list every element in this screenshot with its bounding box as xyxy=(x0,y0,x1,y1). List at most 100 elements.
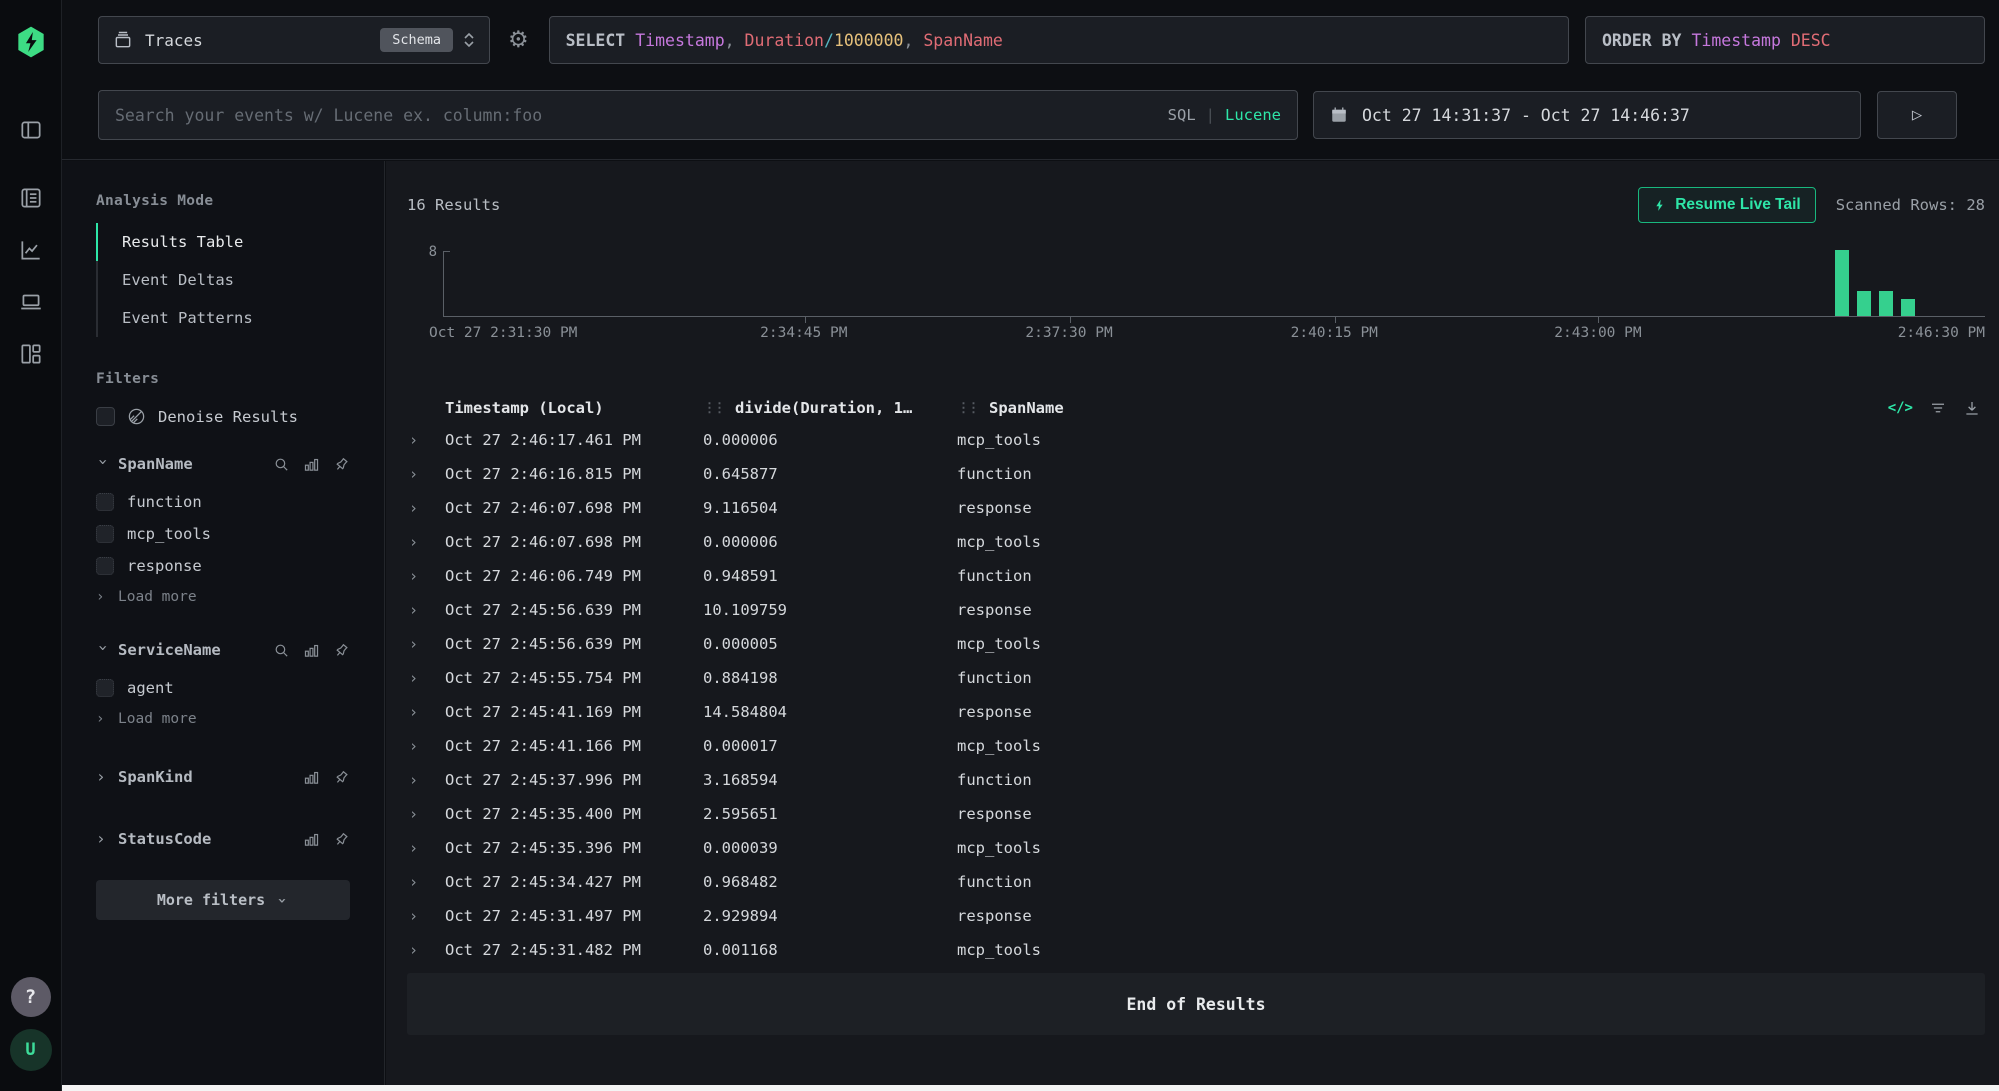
help-button[interactable]: ? xyxy=(11,977,51,1017)
time-range-picker[interactable]: Oct 27 14:31:37 - Oct 27 14:46:37 xyxy=(1313,91,1861,139)
histogram-bar[interactable] xyxy=(1857,291,1871,316)
toggle-sidebar-button[interactable] xyxy=(11,110,51,150)
more-filters-button[interactable]: More filters › xyxy=(96,880,350,920)
drag-handle-icon[interactable]: ⋮⋮ xyxy=(957,401,977,416)
drag-handle-icon[interactable]: ⋮⋮ xyxy=(703,401,723,416)
row-expand-icon[interactable]: › xyxy=(407,839,445,857)
cell-spanname: response xyxy=(957,907,1985,925)
group-chevron-icon[interactable]: › xyxy=(95,643,111,657)
run-query-button[interactable]: ▷ xyxy=(1877,91,1957,139)
table-row[interactable]: › Oct 27 2:46:06.749 PM 0.948591 functio… xyxy=(407,559,1985,593)
filter-option[interactable]: response xyxy=(96,550,350,582)
histogram-bar[interactable] xyxy=(1901,299,1915,316)
resume-live-tail-button[interactable]: Resume Live Tail xyxy=(1638,187,1815,223)
row-expand-icon[interactable]: › xyxy=(407,907,445,925)
histogram-bar[interactable] xyxy=(1835,250,1849,316)
bar-chart-icon[interactable] xyxy=(303,456,320,473)
column-settings-icon[interactable] xyxy=(1929,399,1947,417)
denoise-checkbox[interactable] xyxy=(96,407,115,426)
filter-option-checkbox[interactable] xyxy=(96,557,114,575)
load-more[interactable]: › Load more xyxy=(96,704,350,734)
histogram-bar[interactable] xyxy=(1879,291,1893,316)
user-avatar[interactable]: U xyxy=(10,1029,52,1071)
view-sql-icon[interactable]: </> xyxy=(1888,400,1913,416)
orderby-expression-input[interactable]: ORDER BY Timestamp DESC xyxy=(1585,16,1985,64)
nav-chart-explorer-button[interactable] xyxy=(11,230,51,270)
pin-icon[interactable] xyxy=(330,638,354,662)
table-row[interactable]: › Oct 27 2:45:31.497 PM 2.929894 respons… xyxy=(407,899,1985,933)
pin-icon[interactable] xyxy=(330,452,354,476)
row-expand-icon[interactable]: › xyxy=(407,431,445,449)
row-expand-icon[interactable]: › xyxy=(407,669,445,687)
table-row[interactable]: › Oct 27 2:45:55.754 PM 0.884198 functio… xyxy=(407,661,1985,695)
filter-option-checkbox[interactable] xyxy=(96,493,114,511)
filter-group-name[interactable]: ServiceName xyxy=(118,641,221,659)
table-row[interactable]: › Oct 27 2:45:41.169 PM 14.584804 respon… xyxy=(407,695,1985,729)
search-input[interactable] xyxy=(99,91,1297,139)
app-logo-icon[interactable] xyxy=(13,26,49,58)
filter-option[interactable]: mcp_tools xyxy=(96,518,350,550)
table-row[interactable]: › Oct 27 2:46:07.698 PM 0.000006 mcp_too… xyxy=(407,525,1985,559)
filter-option[interactable]: function xyxy=(96,486,350,518)
table-row[interactable]: › Oct 27 2:45:56.639 PM 0.000005 mcp_too… xyxy=(407,627,1985,661)
denoise-results-toggle[interactable]: Denoise Results xyxy=(96,407,350,426)
filter-group-name[interactable]: SpanName xyxy=(118,455,193,473)
analysis-mode-event-patterns[interactable]: Event Patterns xyxy=(96,299,350,337)
filter-option[interactable]: agent xyxy=(96,672,350,704)
nav-search-logs-button[interactable] xyxy=(11,178,51,218)
table-row[interactable]: › Oct 27 2:45:56.639 PM 10.109759 respon… xyxy=(407,593,1985,627)
bar-chart-icon[interactable] xyxy=(303,831,320,848)
row-expand-icon[interactable]: › xyxy=(407,703,445,721)
row-expand-icon[interactable]: › xyxy=(407,465,445,483)
row-expand-icon[interactable]: › xyxy=(407,771,445,789)
group-chevron-icon[interactable]: › xyxy=(96,831,110,847)
table-row[interactable]: › Oct 27 2:45:41.166 PM 0.000017 mcp_too… xyxy=(407,729,1985,763)
filter-group-name[interactable]: StatusCode xyxy=(118,830,211,848)
bar-chart-icon[interactable] xyxy=(303,642,320,659)
download-icon[interactable] xyxy=(1963,399,1981,417)
row-expand-icon[interactable]: › xyxy=(407,805,445,823)
row-expand-icon[interactable]: › xyxy=(407,941,445,959)
load-more[interactable]: › Load more xyxy=(96,582,350,612)
table-row[interactable]: › Oct 27 2:45:35.400 PM 2.595651 respons… xyxy=(407,797,1985,831)
nav-dashboards-button[interactable] xyxy=(11,334,51,374)
column-header-timestamp[interactable]: Timestamp (Local) xyxy=(445,399,703,417)
filter-group-name[interactable]: SpanKind xyxy=(118,768,193,786)
source-select[interactable]: Traces Schema xyxy=(98,16,490,64)
table-row[interactable]: › Oct 27 2:45:31.482 PM 0.001168 mcp_too… xyxy=(407,933,1985,967)
pin-icon[interactable] xyxy=(330,827,354,851)
table-row[interactable]: › Oct 27 2:45:34.427 PM 0.968482 functio… xyxy=(407,865,1985,899)
cell-timestamp: Oct 27 2:46:17.461 PM xyxy=(445,431,703,449)
column-header-duration[interactable]: ⋮⋮divide(Duration, 1… xyxy=(703,399,957,417)
group-chevron-icon[interactable]: › xyxy=(96,769,110,785)
table-row[interactable]: › Oct 27 2:45:35.396 PM 0.000039 mcp_too… xyxy=(407,831,1985,865)
analysis-mode-results-table[interactable]: Results Table xyxy=(96,223,350,261)
filter-option-checkbox[interactable] xyxy=(96,679,114,697)
select-expression-input[interactable]: SELECT Timestamp, Duration/1000000, Span… xyxy=(549,16,1569,64)
search-icon[interactable] xyxy=(273,642,290,659)
group-chevron-icon[interactable]: › xyxy=(95,457,111,471)
row-expand-icon[interactable]: › xyxy=(407,737,445,755)
mode-lucene[interactable]: Lucene xyxy=(1225,106,1281,124)
schema-badge[interactable]: Schema xyxy=(380,28,453,52)
table-row[interactable]: › Oct 27 2:46:17.461 PM 0.000006 mcp_too… xyxy=(407,423,1985,457)
table-row[interactable]: › Oct 27 2:45:37.996 PM 3.168594 functio… xyxy=(407,763,1985,797)
nav-sessions-button[interactable] xyxy=(11,282,51,322)
table-row[interactable]: › Oct 27 2:46:07.698 PM 9.116504 respons… xyxy=(407,491,1985,525)
table-row[interactable]: › Oct 27 2:46:16.815 PM 0.645877 functio… xyxy=(407,457,1985,491)
filter-option-checkbox[interactable] xyxy=(96,525,114,543)
row-expand-icon[interactable]: › xyxy=(407,635,445,653)
histogram-plot[interactable] xyxy=(443,251,1985,317)
search-icon[interactable] xyxy=(273,456,290,473)
row-expand-icon[interactable]: › xyxy=(407,533,445,551)
row-expand-icon[interactable]: › xyxy=(407,873,445,891)
bar-chart-icon[interactable] xyxy=(303,769,320,786)
mode-sql[interactable]: SQL xyxy=(1168,106,1196,124)
column-header-spanname[interactable]: ⋮⋮SpanName xyxy=(957,399,1985,417)
row-expand-icon[interactable]: › xyxy=(407,567,445,585)
pin-icon[interactable] xyxy=(330,765,354,789)
row-expand-icon[interactable]: › xyxy=(407,499,445,517)
analysis-mode-event-deltas[interactable]: Event Deltas xyxy=(96,261,350,299)
row-expand-icon[interactable]: › xyxy=(407,601,445,619)
source-settings-gear-icon[interactable]: ⚙ xyxy=(508,27,529,53)
